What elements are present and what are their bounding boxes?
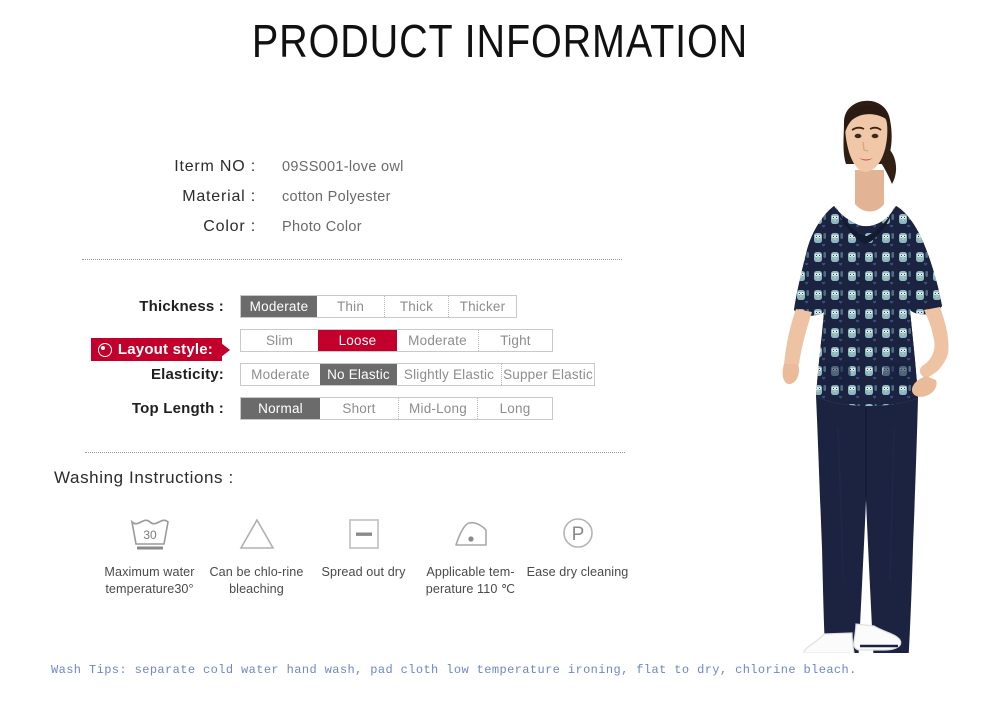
washing-icon-list: 30 Maximum water temperature30° Can be c…: [96, 512, 631, 598]
option-group-elasticity: Moderate No Elastic Slightly Elastic Sup…: [240, 362, 595, 386]
washing-caption: Spread out dry: [321, 565, 406, 579]
attribute-value: Photo Color: [282, 219, 362, 235]
option-layout-tight[interactable]: Tight: [478, 329, 552, 351]
attribute-row: Iterm NO : 09SS001-love owl: [138, 158, 558, 188]
spec-label-text: Layout style:: [117, 341, 213, 358]
layout-style-badge: Layout style:: [90, 338, 222, 361]
option-layout-loose[interactable]: Loose: [318, 329, 397, 351]
spec-label-thickness: Thickness :: [139, 297, 224, 315]
spec-label-top-length: Top Length :: [131, 399, 224, 417]
option-layout-slim[interactable]: Slim: [241, 329, 318, 351]
washing-item: Spread out dry: [310, 512, 417, 598]
washing-item: Applicable tem-perature 110 ℃: [417, 512, 524, 598]
option-top-length-mid-long[interactable]: Mid-Long: [398, 397, 477, 419]
page-title: PRODUCT INFORMATION: [251, 15, 749, 67]
option-thickness-thin[interactable]: Thin: [317, 295, 384, 317]
wash-temperature-text: 30: [143, 528, 157, 542]
iron-icon: [445, 512, 497, 554]
dry-clean-p-icon: P: [552, 512, 604, 554]
option-elasticity-moderate[interactable]: Moderate: [241, 363, 320, 385]
option-thickness-moderate[interactable]: Moderate: [241, 295, 317, 317]
option-elasticity-no-elastic[interactable]: No Elastic: [320, 363, 397, 385]
washing-item: 30 Maximum water temperature30°: [96, 512, 203, 598]
washing-caption: Can be chlo-rine bleaching: [209, 565, 304, 596]
target-icon: [97, 342, 112, 357]
dotted-divider-top: [82, 259, 622, 260]
attribute-key: Color :: [203, 218, 256, 235]
washing-caption: Ease dry cleaning: [526, 565, 629, 579]
spec-row-elasticity: Elasticity: Moderate No Elastic Slightly…: [0, 362, 700, 386]
attribute-row: Material : cotton Polyester: [138, 188, 558, 218]
washing-caption: Maximum water temperature30°: [104, 565, 195, 596]
option-elasticity-supper-elastic[interactable]: Supper Elastic: [501, 363, 594, 385]
spec-row-layout-style: Layout style: Slim Loose Moderate Tight: [0, 328, 700, 361]
attribute-value: cotton Polyester: [282, 189, 391, 205]
dotted-divider-bottom: [85, 452, 625, 453]
washing-item: P Ease dry cleaning: [524, 512, 631, 598]
option-layout-moderate[interactable]: Moderate: [397, 329, 478, 351]
attribute-row: Color : Photo Color: [138, 218, 558, 248]
spec-label-elasticity: Elasticity:: [150, 365, 224, 383]
option-thickness-thick[interactable]: Thick: [384, 295, 448, 317]
spec-row-top-length: Top Length : Normal Short Mid-Long Long: [0, 396, 700, 420]
option-top-length-short[interactable]: Short: [320, 397, 398, 419]
attribute-key: Iterm NO :: [174, 158, 256, 175]
option-group-thickness: Moderate Thin Thick Thicker: [240, 294, 517, 318]
attribute-value: 09SS001-love owl: [282, 159, 404, 175]
triangle-bleach-icon: [231, 512, 283, 554]
wash-tub-icon: 30: [124, 512, 176, 554]
option-group-layout-style: Slim Loose Moderate Tight: [240, 328, 553, 352]
specification-options: Thickness : Moderate Thin Thick Thicker …: [0, 294, 700, 430]
washing-caption: Applicable tem-perature 110 ℃: [425, 565, 516, 596]
model-photo: [760, 78, 1000, 666]
washing-instructions-heading: Washing Instructions :: [54, 468, 234, 487]
attribute-key: Material :: [182, 188, 256, 205]
option-elasticity-slightly-elastic[interactable]: Slightly Elastic: [397, 363, 501, 385]
option-top-length-normal[interactable]: Normal: [241, 397, 320, 419]
spec-row-thickness: Thickness : Moderate Thin Thick Thicker: [0, 294, 700, 318]
option-top-length-long[interactable]: Long: [477, 397, 552, 419]
svg-text:P: P: [571, 524, 584, 545]
flat-dry-icon: [338, 512, 390, 554]
arrow-right-icon: [221, 343, 230, 357]
product-attributes: Iterm NO : 09SS001-love owl Material : c…: [138, 158, 558, 248]
wash-tips-text: Wash Tips: separate cold water hand wash…: [51, 663, 857, 677]
option-group-top-length: Normal Short Mid-Long Long: [240, 396, 553, 420]
option-thickness-thicker[interactable]: Thicker: [448, 295, 516, 317]
washing-item: Can be chlo-rine bleaching: [203, 512, 310, 598]
